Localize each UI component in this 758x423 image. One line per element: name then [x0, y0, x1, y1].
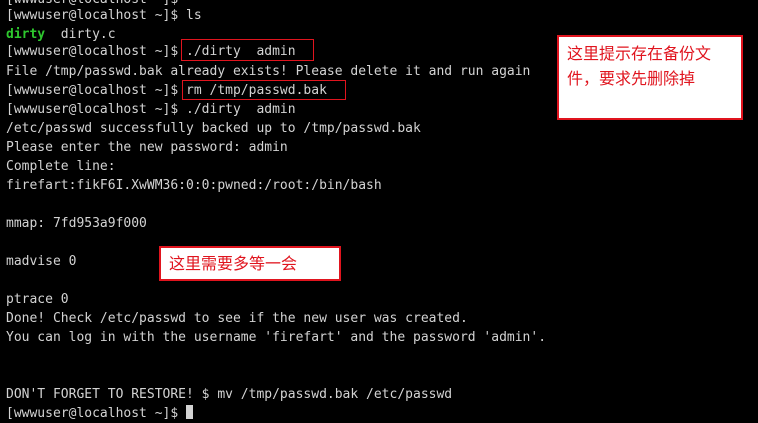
annotation-wait-longer: 这里需要多等一会 [159, 246, 341, 281]
terminal-line-madvise: madvise 0 [6, 254, 77, 269]
terminal-line-passwd-entry: firefart:fikF6I.XwWM36:0:0:pwned:/root:/… [6, 178, 382, 193]
terminal-line-done: Done! Check /etc/passwd to see if the ne… [6, 311, 468, 326]
terminal-line-backup-success: /etc/passwd successfully backed up to /t… [6, 121, 421, 136]
terminal-line-run-dirty-2: [wwwuser@localhost ~]$ ./dirty admin [6, 102, 296, 117]
annotation-backup-exists: 这里提示存在备份文件，要求先删除掉 [557, 35, 743, 120]
executable-name: dirty [6, 27, 46, 42]
terminal-line-complete-line: Complete line: [6, 159, 116, 174]
terminal-line-prompt[interactable]: [wwwuser@localhost ~]$ [6, 404, 194, 423]
terminal-line-backup-exists: File /tmp/passwd.bak already exists! Ple… [6, 64, 531, 79]
terminal-line-restore-warning: DON'T FORGET TO RESTORE! $ mv /tmp/passw… [6, 387, 453, 402]
highlight-box-rm-command [182, 80, 346, 100]
terminal-line-enter-password: Please enter the new password: admin [6, 140, 288, 155]
terminal-line-mmap: mmap: 7fd953a9f000 [6, 216, 147, 231]
terminal-line-ptrace: ptrace 0 [6, 292, 69, 307]
prompt-text: [wwwuser@localhost ~]$ [6, 406, 187, 421]
text-cursor [186, 405, 194, 419]
terminal-line-login-info: You can log in with the username 'firefa… [6, 330, 547, 345]
terminal-line-ls: [wwwuser@localhost ~]$ ls [6, 8, 202, 23]
terminal-window[interactable]: [wwwuser@localhost ~]$ [wwwuser@localhos… [0, 0, 758, 423]
source-file-name: dirty.c [45, 27, 116, 42]
highlight-box-run-command [181, 39, 314, 61]
